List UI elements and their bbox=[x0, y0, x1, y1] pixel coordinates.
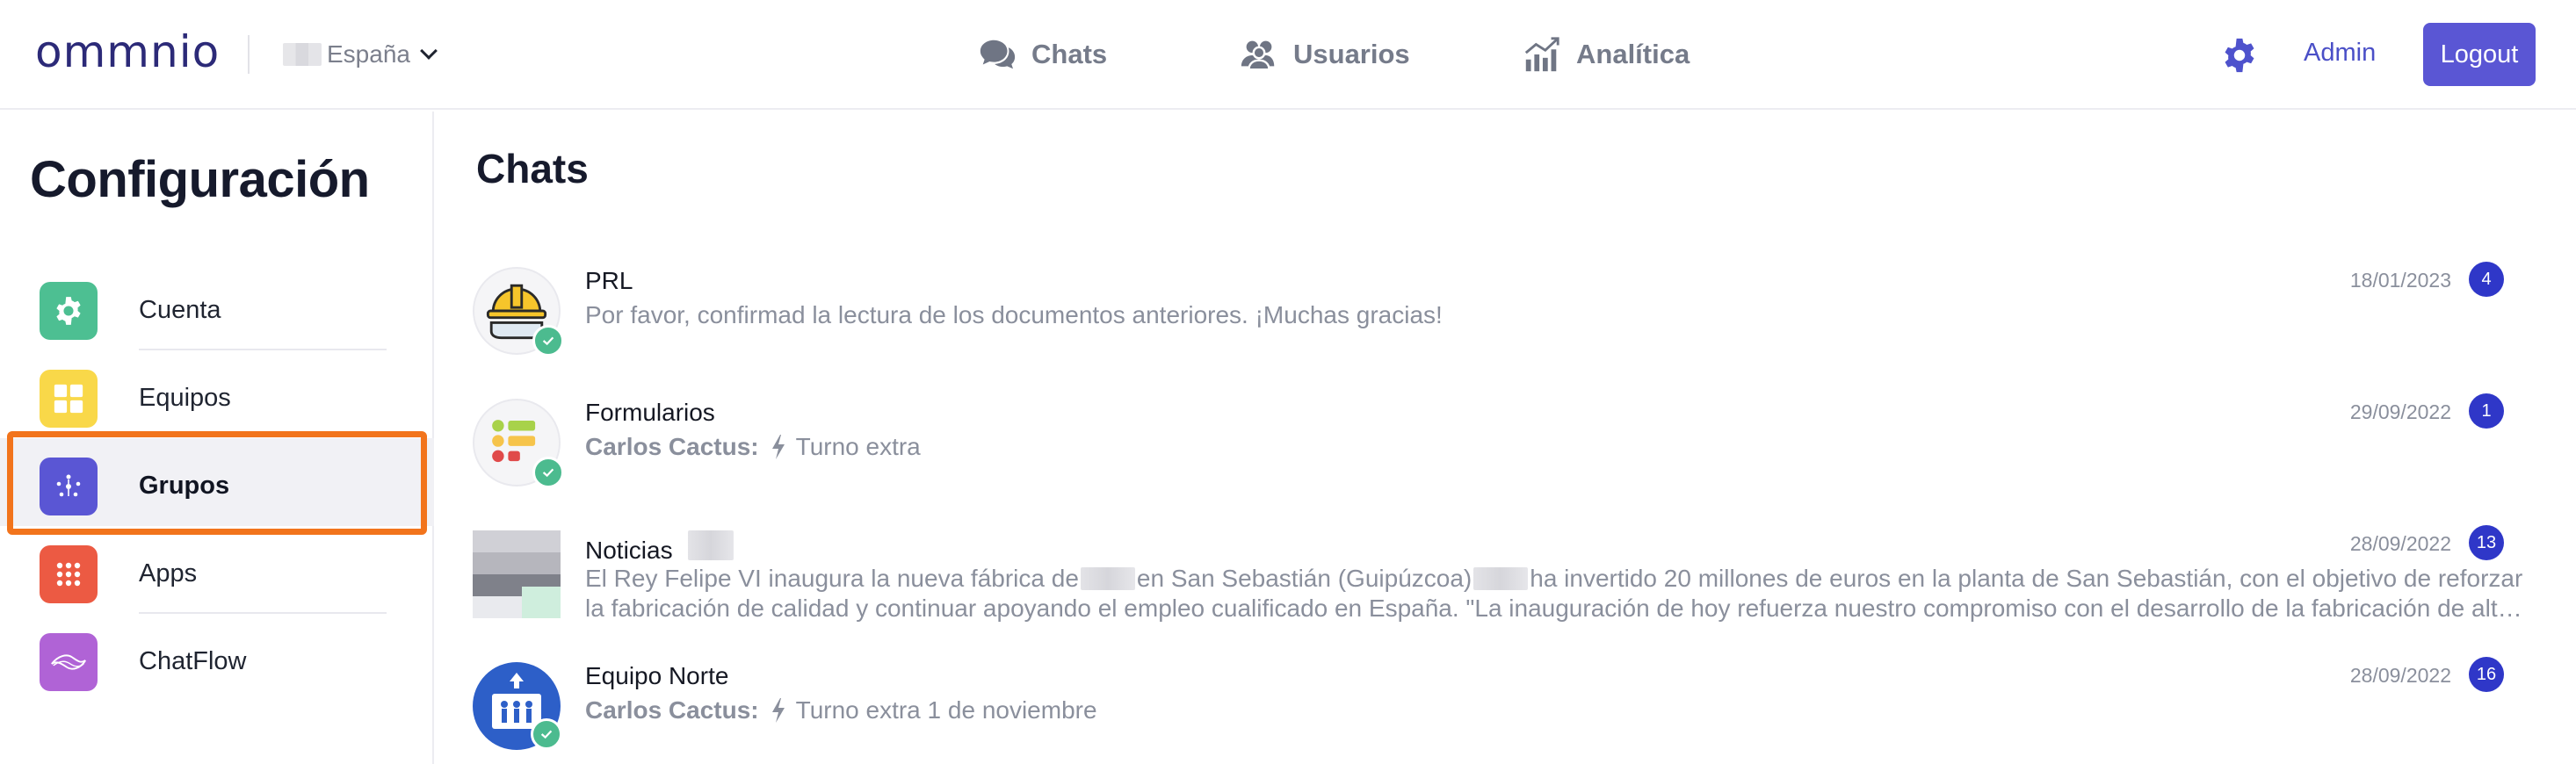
page-title: Chats bbox=[476, 146, 589, 191]
chat-date: 28/09/2022 bbox=[2349, 664, 2451, 687]
region-selector[interactable]: España bbox=[283, 37, 438, 72]
unread-badge: 16 bbox=[2469, 657, 2504, 692]
nav-analytics[interactable]: Analítica bbox=[1522, 33, 1690, 76]
sidebar-item-chatflow[interactable]: ChatFlow bbox=[0, 614, 434, 702]
settings-sidebar: Configuración Cuenta Equipos Grupos Apps… bbox=[0, 112, 434, 764]
analytics-icon bbox=[1524, 37, 1559, 72]
gear-icon[interactable] bbox=[2219, 35, 2260, 76]
admin-link[interactable]: Admin bbox=[2304, 39, 2376, 68]
chatflow-icon bbox=[40, 633, 98, 691]
sidebar-item-apps[interactable]: Apps bbox=[0, 526, 434, 614]
chevron-down-icon bbox=[420, 42, 438, 60]
news-avatar bbox=[473, 530, 561, 618]
nav-users-label: Usuarios bbox=[1293, 39, 1410, 69]
chat-name: Noticias bbox=[585, 530, 734, 565]
sidebar-item-label: ChatFlow bbox=[139, 647, 247, 675]
nav-users[interactable]: Usuarios bbox=[1239, 33, 1410, 76]
unread-badge: 1 bbox=[2469, 393, 2504, 429]
chat-date: 28/09/2022 bbox=[2349, 532, 2451, 555]
chat-preview: Carlos Cactus: Turno extra bbox=[585, 432, 2536, 462]
sidebar-item-label: Equipos bbox=[139, 384, 231, 412]
chat-sender: Carlos Cactus: bbox=[585, 433, 759, 460]
chat-name: Formularios bbox=[585, 399, 715, 426]
sidebar-item-grupos[interactable]: Grupos bbox=[0, 438, 434, 526]
redacted-block bbox=[1473, 567, 1529, 590]
elevator-avatar bbox=[473, 662, 562, 750]
chat-item-noticias[interactable]: Noticias El Rey Felipe VI inaugura la nu… bbox=[473, 525, 2546, 653]
redacted-block bbox=[688, 530, 734, 560]
gear-icon bbox=[40, 282, 98, 340]
group-icon bbox=[40, 458, 98, 515]
check-icon bbox=[532, 325, 564, 357]
sidebar-item-equipos[interactable]: Equipos bbox=[0, 350, 434, 438]
chat-item-prl[interactable]: PRL Por favor, confirmad la lectura de l… bbox=[473, 262, 2546, 390]
sidebar-item-cuenta[interactable]: Cuenta bbox=[0, 263, 434, 350]
nav-chats[interactable]: Chats bbox=[977, 33, 1107, 76]
chat-preview: El Rey Felipe VI inaugura la nueva fábri… bbox=[585, 565, 2523, 622]
sidebar-item-label: Apps bbox=[139, 559, 198, 587]
bolt-icon bbox=[771, 698, 785, 723]
chat-preview: Carlos Cactus: Turno extra 1 de noviembre bbox=[585, 696, 2536, 725]
apps-dots-icon bbox=[40, 545, 98, 603]
divider bbox=[248, 35, 250, 74]
nav-analytics-label: Analítica bbox=[1576, 39, 1690, 69]
chat-name: Equipo Norte bbox=[585, 662, 729, 689]
check-icon bbox=[532, 457, 564, 488]
chat-name: PRL bbox=[585, 267, 633, 294]
chat-message: Turno extra bbox=[795, 433, 921, 460]
nav-chats-label: Chats bbox=[1031, 39, 1108, 69]
bolt-icon bbox=[771, 435, 785, 459]
chat-date: 29/09/2022 bbox=[2349, 400, 2451, 423]
chat-item-formularios[interactable]: Formularios Carlos Cactus: Turno extra 29… bbox=[473, 393, 2546, 522]
unread-badge: 13 bbox=[2469, 525, 2504, 560]
sidebar-item-label: Cuenta bbox=[139, 296, 221, 324]
region-label: España bbox=[327, 40, 410, 68]
users-icon bbox=[1241, 40, 1275, 71]
chat-bubbles-icon bbox=[980, 40, 1016, 69]
form-avatar bbox=[473, 399, 564, 488]
hard-hat-avatar bbox=[473, 267, 564, 357]
top-bar: ommnio España Chats Usuarios Analítica A… bbox=[0, 0, 2576, 110]
grid-icon bbox=[40, 370, 98, 428]
logo[interactable]: ommnio bbox=[35, 26, 220, 77]
chat-message: Turno extra 1 de noviembre bbox=[795, 696, 1097, 724]
flag-icon bbox=[283, 43, 322, 66]
logout-button[interactable]: Logout bbox=[2423, 23, 2536, 86]
sidebar-title: Configuración bbox=[30, 151, 370, 208]
chat-sender: Carlos Cactus: bbox=[585, 696, 759, 724]
redacted-block bbox=[1080, 567, 1135, 590]
unread-badge: 4 bbox=[2469, 262, 2504, 297]
chat-date: 18/01/2023 bbox=[2349, 269, 2451, 292]
check-icon bbox=[531, 718, 562, 750]
sidebar-item-label: Grupos bbox=[139, 472, 230, 500]
chat-item-equipo-norte[interactable]: Equipo Norte Carlos Cactus: Turno extra 1… bbox=[473, 657, 2546, 764]
chat-preview: Por favor, confirmad la lectura de los d… bbox=[585, 301, 1443, 328]
